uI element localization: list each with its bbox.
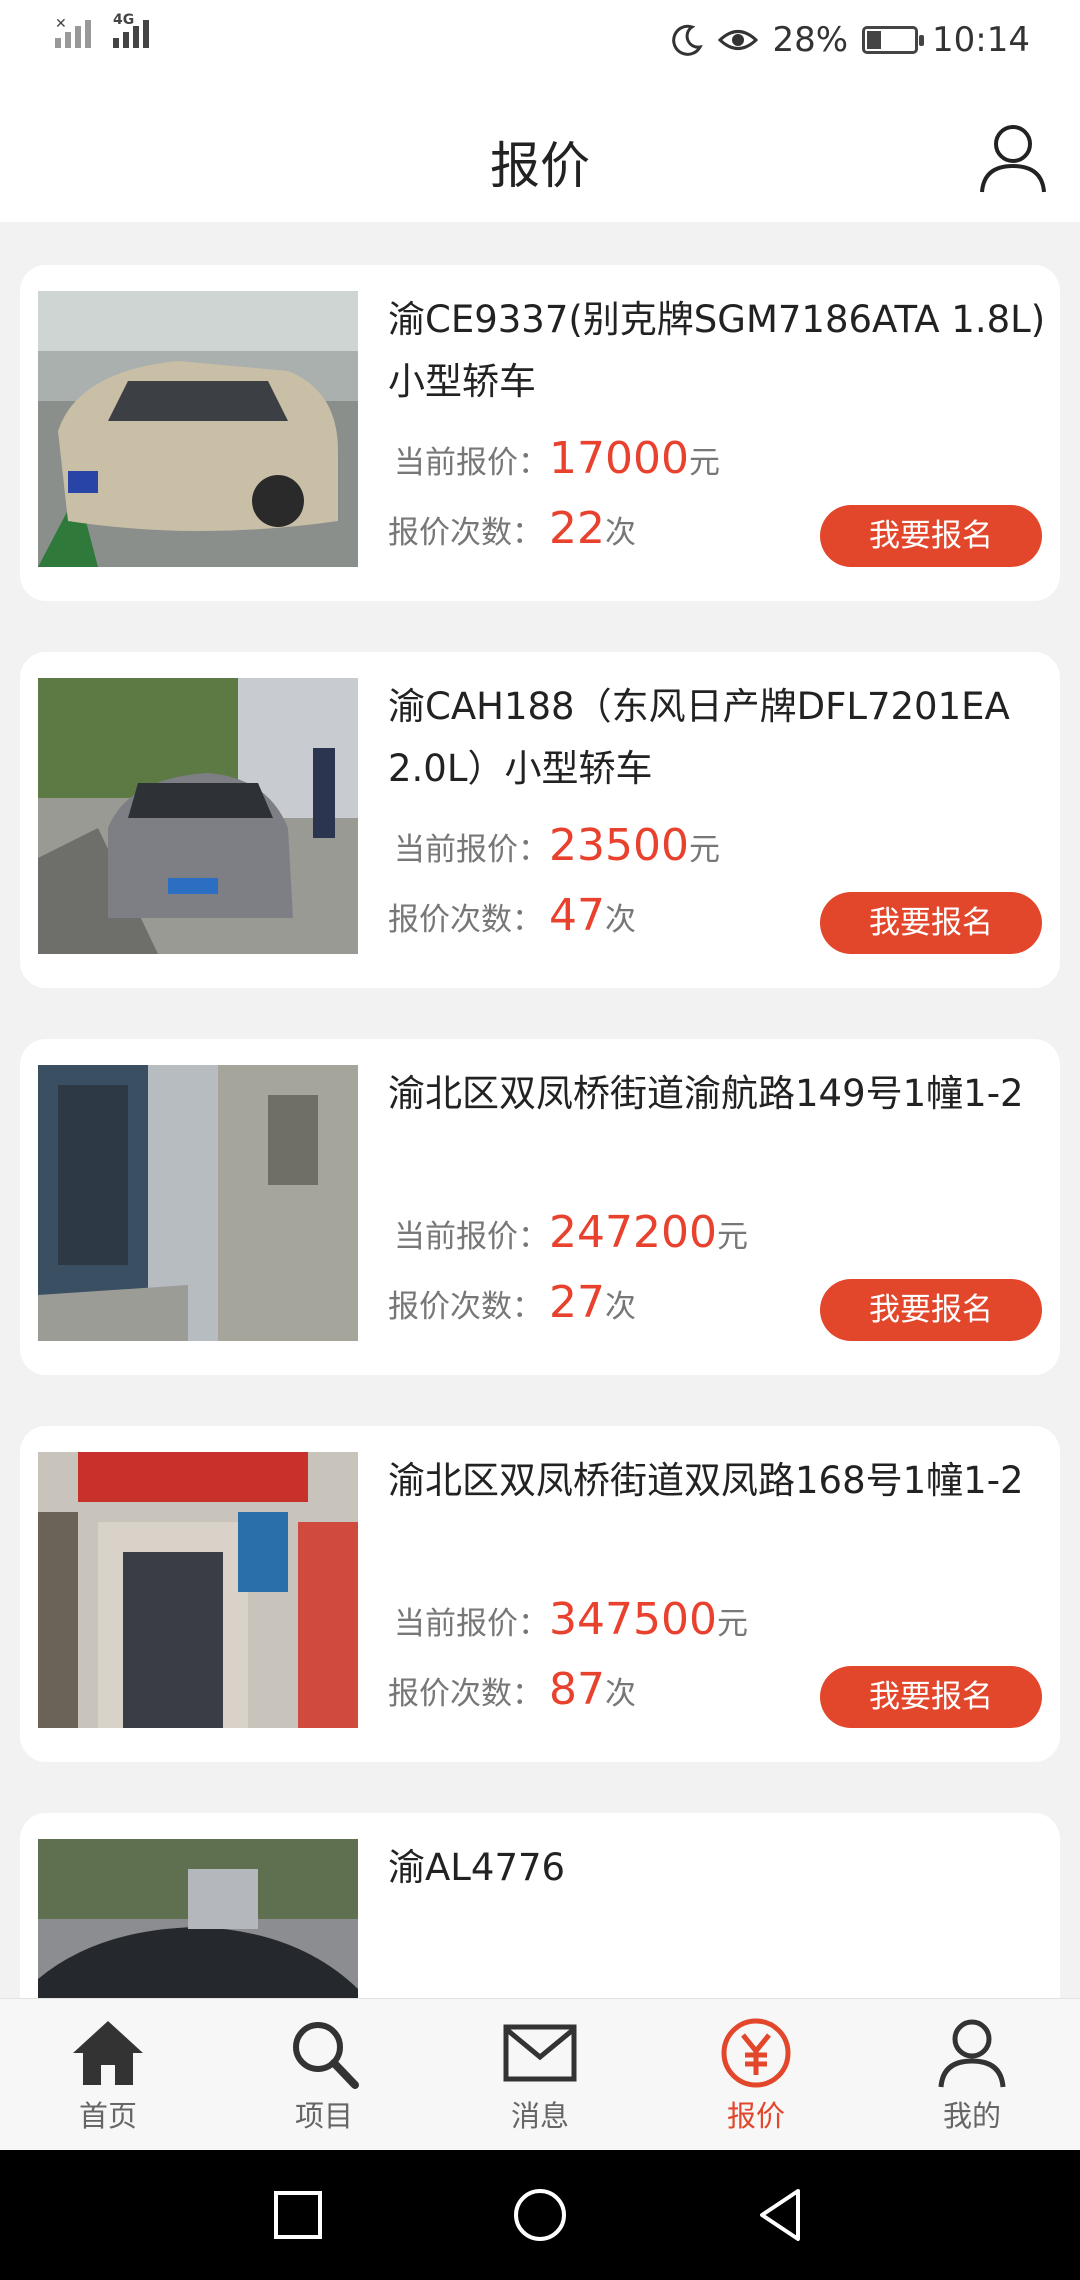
home-icon — [73, 2021, 143, 2085]
tab-messages[interactable]: 消息 — [470, 2017, 610, 2135]
signup-button[interactable]: 我要报名 — [820, 505, 1042, 567]
bid-count-value: 47 — [549, 890, 605, 941]
price-unit: 元 — [716, 1606, 748, 1642]
price-unit: 元 — [688, 445, 720, 481]
item-photo-car — [38, 291, 358, 567]
price-unit: 元 — [716, 1219, 748, 1255]
tab-label: 我的 — [942, 2099, 1001, 2133]
current-price-row: 当前报价：347500元 — [388, 1594, 748, 1645]
count-unit: 次 — [605, 1289, 636, 1325]
bid-count-label: 报价次数： — [388, 1289, 543, 1325]
battery-icon — [862, 26, 925, 54]
bid-count-row: 报价次数： 87次 — [388, 1664, 636, 1715]
search-icon — [293, 2022, 359, 2089]
signup-button[interactable]: 我要报名 — [820, 1279, 1042, 1341]
current-price-label: 当前报价： — [394, 1219, 549, 1255]
tab-label: 报价 — [726, 2099, 785, 2133]
signup-button[interactable]: 我要报名 — [820, 892, 1042, 954]
home-nav-icon[interactable] — [508, 2183, 572, 2247]
bid-count-value: 22 — [549, 503, 605, 554]
recents-icon[interactable] — [266, 2183, 330, 2247]
list-item[interactable]: 渝北区双凤桥街道双凤路168号1幢1-2 当前报价：347500元 报价次数： 8… — [20, 1426, 1060, 1762]
count-unit: 次 — [605, 515, 636, 551]
signal-4g-icon: 4G — [113, 12, 149, 48]
current-price-label: 当前报价： — [394, 1606, 549, 1642]
bottom-tab-bar: 首页 项目 消息 报价 我的 — [0, 1998, 1080, 2150]
bid-count-label: 报价次数： — [388, 1676, 543, 1712]
current-price-value: 347500 — [549, 1594, 717, 1645]
current-price-row: 当前报价：17000元 — [388, 433, 720, 484]
price-unit: 元 — [688, 832, 720, 868]
bid-count-row: 报价次数： 22次 — [388, 503, 636, 554]
page-title: 报价 — [490, 137, 590, 195]
list-item[interactable]: 渝CE9337(别克牌SGM7186ATA 1.8L)小型轿车 当前报价：170… — [20, 265, 1060, 601]
battery-percent: 28% — [772, 20, 849, 60]
tab-label: 首页 — [78, 2099, 137, 2133]
tab-quotes[interactable]: 报价 — [686, 2017, 826, 2135]
count-unit: 次 — [605, 1676, 636, 1712]
tab-home[interactable]: 首页 — [38, 2017, 178, 2135]
current-price-row: 当前报价：247200元 — [388, 1207, 748, 1258]
bid-count-row: 报价次数： 47次 — [388, 890, 636, 941]
header: 报价 — [0, 92, 1080, 222]
clock: 10:14 — [932, 20, 1030, 60]
item-photo-building — [38, 1452, 358, 1728]
tab-label: 消息 — [510, 2099, 569, 2133]
item-photo-building — [38, 1065, 358, 1341]
signup-button[interactable]: 我要报名 — [820, 1666, 1042, 1728]
list-item[interactable]: 渝CAH188（东风日产牌DFL7201EA 2.0L）小型轿车 当前报价：23… — [20, 652, 1060, 988]
yen-icon — [721, 2018, 791, 2088]
network-type: 4G — [113, 12, 135, 28]
item-title: 渝CAH188（东风日产牌DFL7201EA 2.0L）小型轿车 — [388, 685, 1010, 790]
moon-icon — [672, 24, 704, 56]
item-photo-car — [38, 678, 358, 954]
user-profile-icon[interactable] — [976, 120, 1050, 194]
tab-label: 项目 — [294, 2099, 353, 2133]
tab-projects[interactable]: 项目 — [254, 2017, 394, 2135]
bid-count-label: 报价次数： — [388, 902, 543, 938]
signal-indicators: ✕ 4G — [55, 12, 149, 48]
bid-count-label: 报价次数： — [388, 515, 543, 551]
list-item[interactable]: 渝北区双凤桥街道渝航路149号1幢1-2 当前报价：247200元 报价次数： 2… — [20, 1039, 1060, 1375]
bid-count-row: 报价次数： 27次 — [388, 1277, 636, 1328]
bid-count-value: 27 — [549, 1277, 605, 1328]
current-price-value: 17000 — [549, 433, 689, 484]
bid-count-value: 87 — [549, 1664, 605, 1715]
item-title: 渝北区双凤桥街道双凤路168号1幢1-2 — [388, 1459, 1024, 1502]
item-title: 渝北区双凤桥街道渝航路149号1幢1-2 — [388, 1072, 1024, 1115]
current-price-label: 当前报价： — [394, 832, 549, 868]
current-price-value: 23500 — [549, 820, 689, 871]
status-bar: ✕ 4G 28% 10:14 — [0, 0, 1080, 92]
signal-icon: ✕ — [55, 16, 91, 48]
mail-icon — [503, 2024, 577, 2082]
tab-mine[interactable]: 我的 — [902, 2017, 1042, 2135]
item-title: 渝CE9337(别克牌SGM7186ATA 1.8L)小型轿车 — [388, 298, 1046, 403]
count-unit: 次 — [605, 902, 636, 938]
system-nav-bar — [0, 2150, 1080, 2280]
item-title: 渝AL4776 — [388, 1846, 566, 1889]
status-right: 28% 10:14 — [670, 20, 1030, 60]
current-price-value: 247200 — [549, 1207, 717, 1258]
eye-icon — [718, 30, 759, 50]
user-icon — [938, 2019, 1006, 2088]
back-icon[interactable] — [748, 2183, 812, 2247]
current-price-row: 当前报价：23500元 — [388, 820, 720, 871]
current-price-label: 当前报价： — [394, 445, 549, 481]
